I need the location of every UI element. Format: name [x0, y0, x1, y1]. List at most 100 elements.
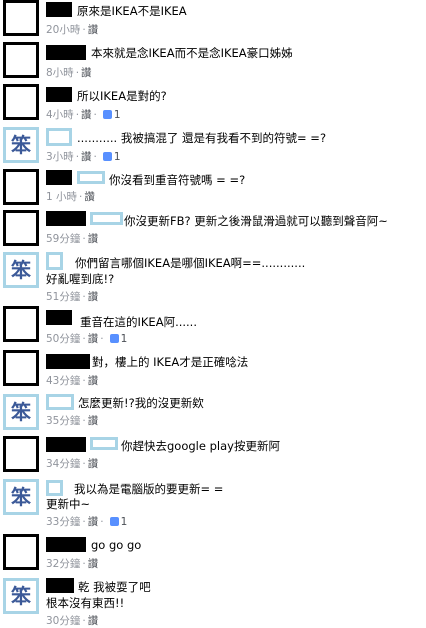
comment-item: 對，樓上的 IKEA才是正確唸法 43分鐘 · 讚	[0, 348, 426, 388]
comment-meta: 35分鐘 · 讚	[46, 415, 99, 427]
like-link[interactable]: 讚	[81, 151, 92, 163]
commenter-name[interactable]	[46, 578, 74, 593]
comment-time[interactable]: 32分鐘	[46, 558, 80, 570]
comment-time[interactable]: 59分鐘	[46, 233, 80, 245]
commenter-name[interactable]	[46, 211, 86, 226]
thumbs-up-icon	[102, 152, 112, 161]
comment-text: 重音在這的IKEA阿......	[80, 315, 197, 329]
commenter-name-secondary[interactable]	[90, 212, 123, 225]
commenter-name[interactable]	[46, 394, 74, 410]
comment-time[interactable]: 20小時	[46, 24, 80, 36]
comment-text: 我以為是電腦版的要更新= =	[74, 482, 224, 496]
comment-meta: 8小時 · 讚	[46, 67, 92, 79]
comment-meta: 33分鐘 · 讚 · 1	[46, 516, 128, 528]
comment-time[interactable]: 33分鐘	[46, 516, 80, 528]
commenter-name-secondary[interactable]	[90, 437, 118, 450]
like-link[interactable]: 讚	[81, 109, 92, 121]
comment-item: 笨 我以為是電腦版的要更新= = 更新中~ 33分鐘 · 讚 · 1	[0, 476, 426, 528]
like-link[interactable]: 讚	[88, 615, 99, 627]
comment-item: 原來是IKEA不是IKEA 20小時 · 讚	[0, 0, 426, 38]
avatar[interactable]: 笨	[3, 394, 39, 430]
avatar[interactable]: 笨	[3, 127, 39, 163]
comment-text: 怎麼更新!?我的沒更新欸	[78, 396, 204, 410]
comment-text-line2: 根本沒有東西!!	[46, 596, 125, 610]
like-link[interactable]: 讚	[88, 291, 99, 303]
avatar[interactable]	[3, 350, 39, 386]
commenter-name[interactable]	[46, 437, 86, 452]
commenter-name[interactable]	[46, 128, 72, 146]
comment-time[interactable]: 3小時	[46, 151, 74, 163]
comment-time[interactable]: 34分鐘	[46, 458, 80, 470]
commenter-name[interactable]	[46, 252, 63, 270]
commenter-name[interactable]	[46, 2, 72, 17]
thumbs-up-icon	[109, 334, 119, 343]
commenter-name[interactable]	[46, 87, 72, 102]
like-link[interactable]: 讚	[88, 375, 99, 387]
comment-time[interactable]: 4小時	[46, 109, 74, 121]
comment-text: 你趕快去google play按更新阿	[121, 439, 280, 453]
like-link[interactable]: 讚	[88, 458, 99, 470]
avatar-glyph: 笨	[11, 485, 31, 509]
commenter-name[interactable]	[46, 354, 90, 369]
comment-text: go go go	[91, 538, 142, 552]
avatar-glyph: 笨	[11, 584, 31, 608]
comment-item: go go go 32分鐘 · 讚	[0, 532, 426, 572]
commenter-name[interactable]	[46, 45, 86, 60]
comment-item: 笨 乾 我被耍了吧 根本沒有東西!! 30分鐘 · 讚	[0, 575, 426, 628]
commenter-name[interactable]	[46, 537, 86, 552]
commenter-name[interactable]	[46, 170, 72, 185]
avatar[interactable]: 笨	[3, 252, 39, 288]
comment-time[interactable]: 1 小時	[46, 191, 77, 203]
like-count[interactable]: 1	[121, 333, 128, 345]
like-count[interactable]: 1	[114, 109, 121, 121]
like-link[interactable]: 讚	[88, 24, 99, 36]
avatar-glyph: 笨	[11, 258, 31, 282]
comment-item: 所以IKEA是對的? 4小時 · 讚 · 1	[0, 82, 426, 122]
avatar[interactable]	[3, 84, 39, 120]
avatar[interactable]	[3, 436, 39, 472]
like-link[interactable]: 讚	[84, 191, 95, 203]
like-link[interactable]: 讚	[88, 516, 99, 528]
comment-time[interactable]: 35分鐘	[46, 415, 80, 427]
commenter-name[interactable]	[46, 310, 72, 325]
avatar[interactable]	[3, 0, 39, 36]
comment-item: 你沒更新FB? 更新之後滑鼠滑過就可以聽到聲音阿~ 59分鐘 · 讚	[0, 208, 426, 248]
comment-item: 重音在這的IKEA阿...... 50分鐘 · 讚 · 1	[0, 304, 426, 346]
comment-time[interactable]: 30分鐘	[46, 615, 80, 627]
comment-text: 原來是IKEA不是IKEA	[77, 4, 187, 18]
comment-text: 本來就是念IKEA而不是念IKEA豪口姊姊	[91, 46, 293, 60]
avatar[interactable]	[3, 534, 39, 570]
comment-meta: 4小時 · 讚 · 1	[46, 109, 121, 121]
comment-text: ........... 我被搞混了 還是有我看不到的符號= =?	[77, 131, 327, 145]
avatar[interactable]: 笨	[3, 479, 39, 515]
comment-meta: 51分鐘 · 讚	[46, 291, 99, 303]
comment-item: 笨 ........... 我被搞混了 還是有我看不到的符號= =? 3小時 · 讚…	[0, 125, 426, 165]
commenter-name[interactable]	[46, 480, 63, 496]
comment-time[interactable]: 43分鐘	[46, 375, 80, 387]
like-link[interactable]: 讚	[88, 558, 99, 570]
like-link[interactable]: 讚	[81, 67, 92, 79]
comment-meta: 3小時 · 讚 · 1	[46, 151, 121, 163]
comment-text: 你們留言哪個IKEA是哪個IKEA啊==............	[75, 256, 306, 270]
avatar[interactable]	[3, 210, 39, 246]
comment-item: 本來就是念IKEA而不是念IKEA豪口姊姊 8小時 · 讚	[0, 40, 426, 80]
like-link[interactable]: 讚	[88, 415, 99, 427]
avatar[interactable]	[3, 306, 39, 342]
comment-item: 你沒看到重音符號嗎 = =? 1 小時 · 讚	[0, 167, 426, 207]
like-count[interactable]: 1	[121, 516, 128, 528]
like-count[interactable]: 1	[114, 151, 121, 163]
commenter-name-secondary[interactable]	[77, 171, 105, 184]
comment-time[interactable]: 51分鐘	[46, 291, 80, 303]
like-link[interactable]: 讚	[88, 233, 99, 245]
avatar[interactable]	[3, 42, 39, 78]
like-link[interactable]: 讚	[88, 333, 99, 345]
comment-meta: 30分鐘 · 讚	[46, 615, 99, 627]
comment-time[interactable]: 8小時	[46, 67, 74, 79]
comment-text: 你沒看到重音符號嗎 = =?	[109, 173, 246, 187]
avatar[interactable]: 笨	[3, 578, 39, 614]
comment-text-line2: 好亂喔到底!?	[46, 272, 115, 286]
comment-text-line2: 更新中~	[46, 497, 91, 511]
avatar[interactable]	[3, 169, 39, 205]
comment-meta: 20小時 · 讚	[46, 24, 99, 36]
comment-time[interactable]: 50分鐘	[46, 333, 80, 345]
